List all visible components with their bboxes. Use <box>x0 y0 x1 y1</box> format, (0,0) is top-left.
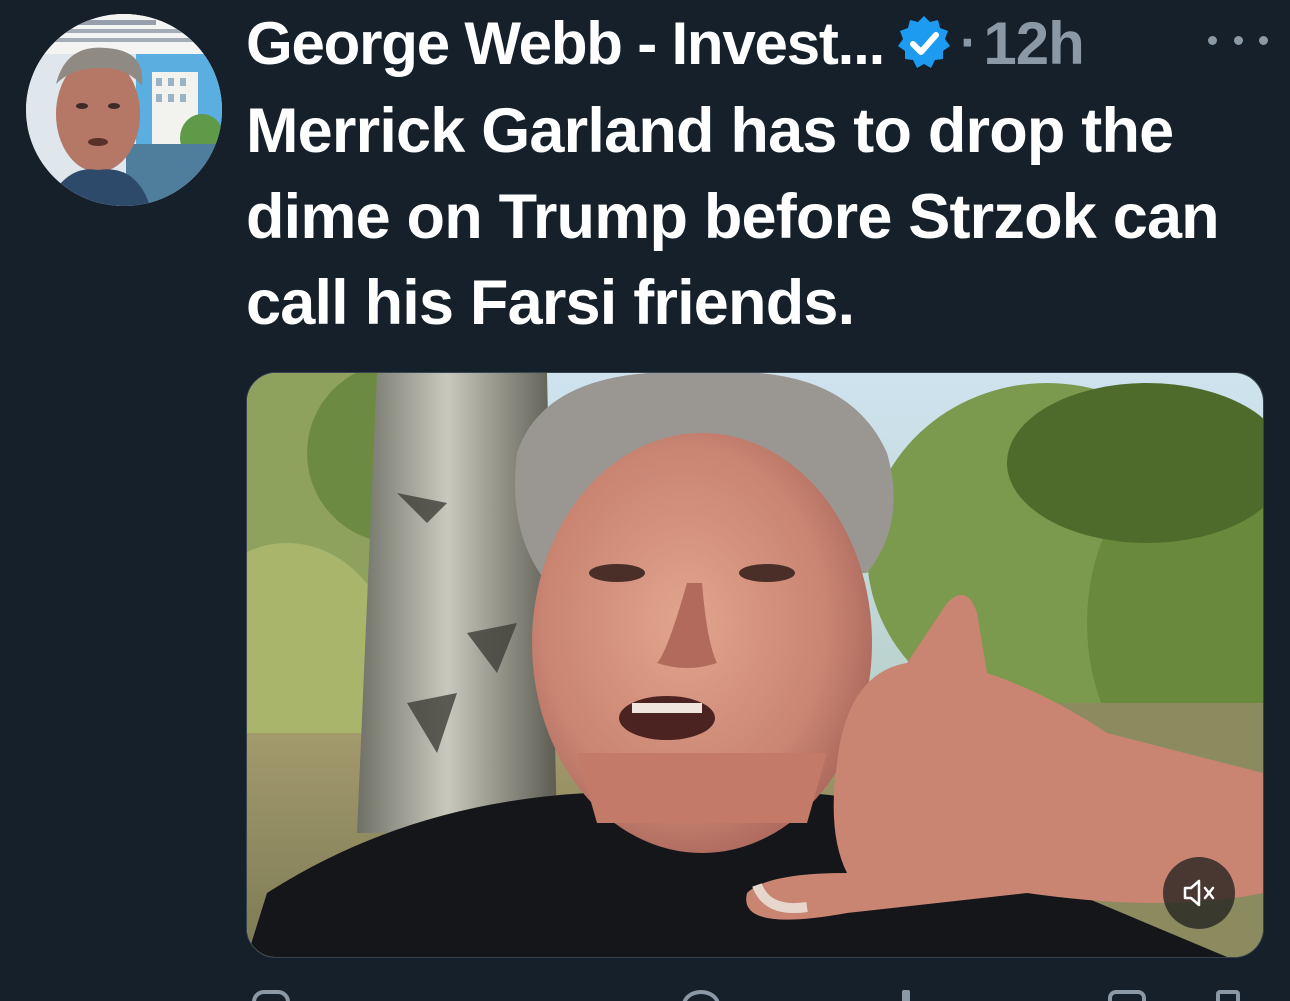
author-avatar[interactable] <box>26 14 222 206</box>
verified-badge-icon[interactable] <box>894 13 954 73</box>
share-icon[interactable] <box>1216 990 1240 1001</box>
tweet-header: George Webb - Invest... · 12h <box>246 6 1085 80</box>
mute-toggle-button[interactable] <box>1163 857 1235 929</box>
header-separator: · <box>960 14 978 72</box>
more-options-icon[interactable] <box>1208 20 1268 60</box>
like-icon[interactable] <box>682 990 720 1001</box>
speaker-muted-icon <box>1183 879 1215 907</box>
more-dot <box>1259 35 1268 45</box>
more-dot <box>1208 35 1217 45</box>
bookmark-icon[interactable] <box>1108 990 1146 1001</box>
reply-icon[interactable] <box>252 990 290 1001</box>
tweet-video[interactable] <box>246 372 1264 958</box>
tweet-timestamp[interactable]: 12h <box>983 9 1084 78</box>
views-icon[interactable] <box>902 990 910 1001</box>
tweet[interactable]: George Webb - Invest... · 12h Merrick Ga… <box>0 0 1290 1001</box>
tweet-text: Merrick Garland has to drop the dime on … <box>246 96 1220 338</box>
tweet-actions <box>246 990 1262 1001</box>
author-display-name[interactable]: George Webb - Invest... <box>246 9 885 78</box>
video-frame <box>247 373 1263 957</box>
more-dot <box>1233 35 1243 45</box>
avatar-photo <box>26 14 222 206</box>
